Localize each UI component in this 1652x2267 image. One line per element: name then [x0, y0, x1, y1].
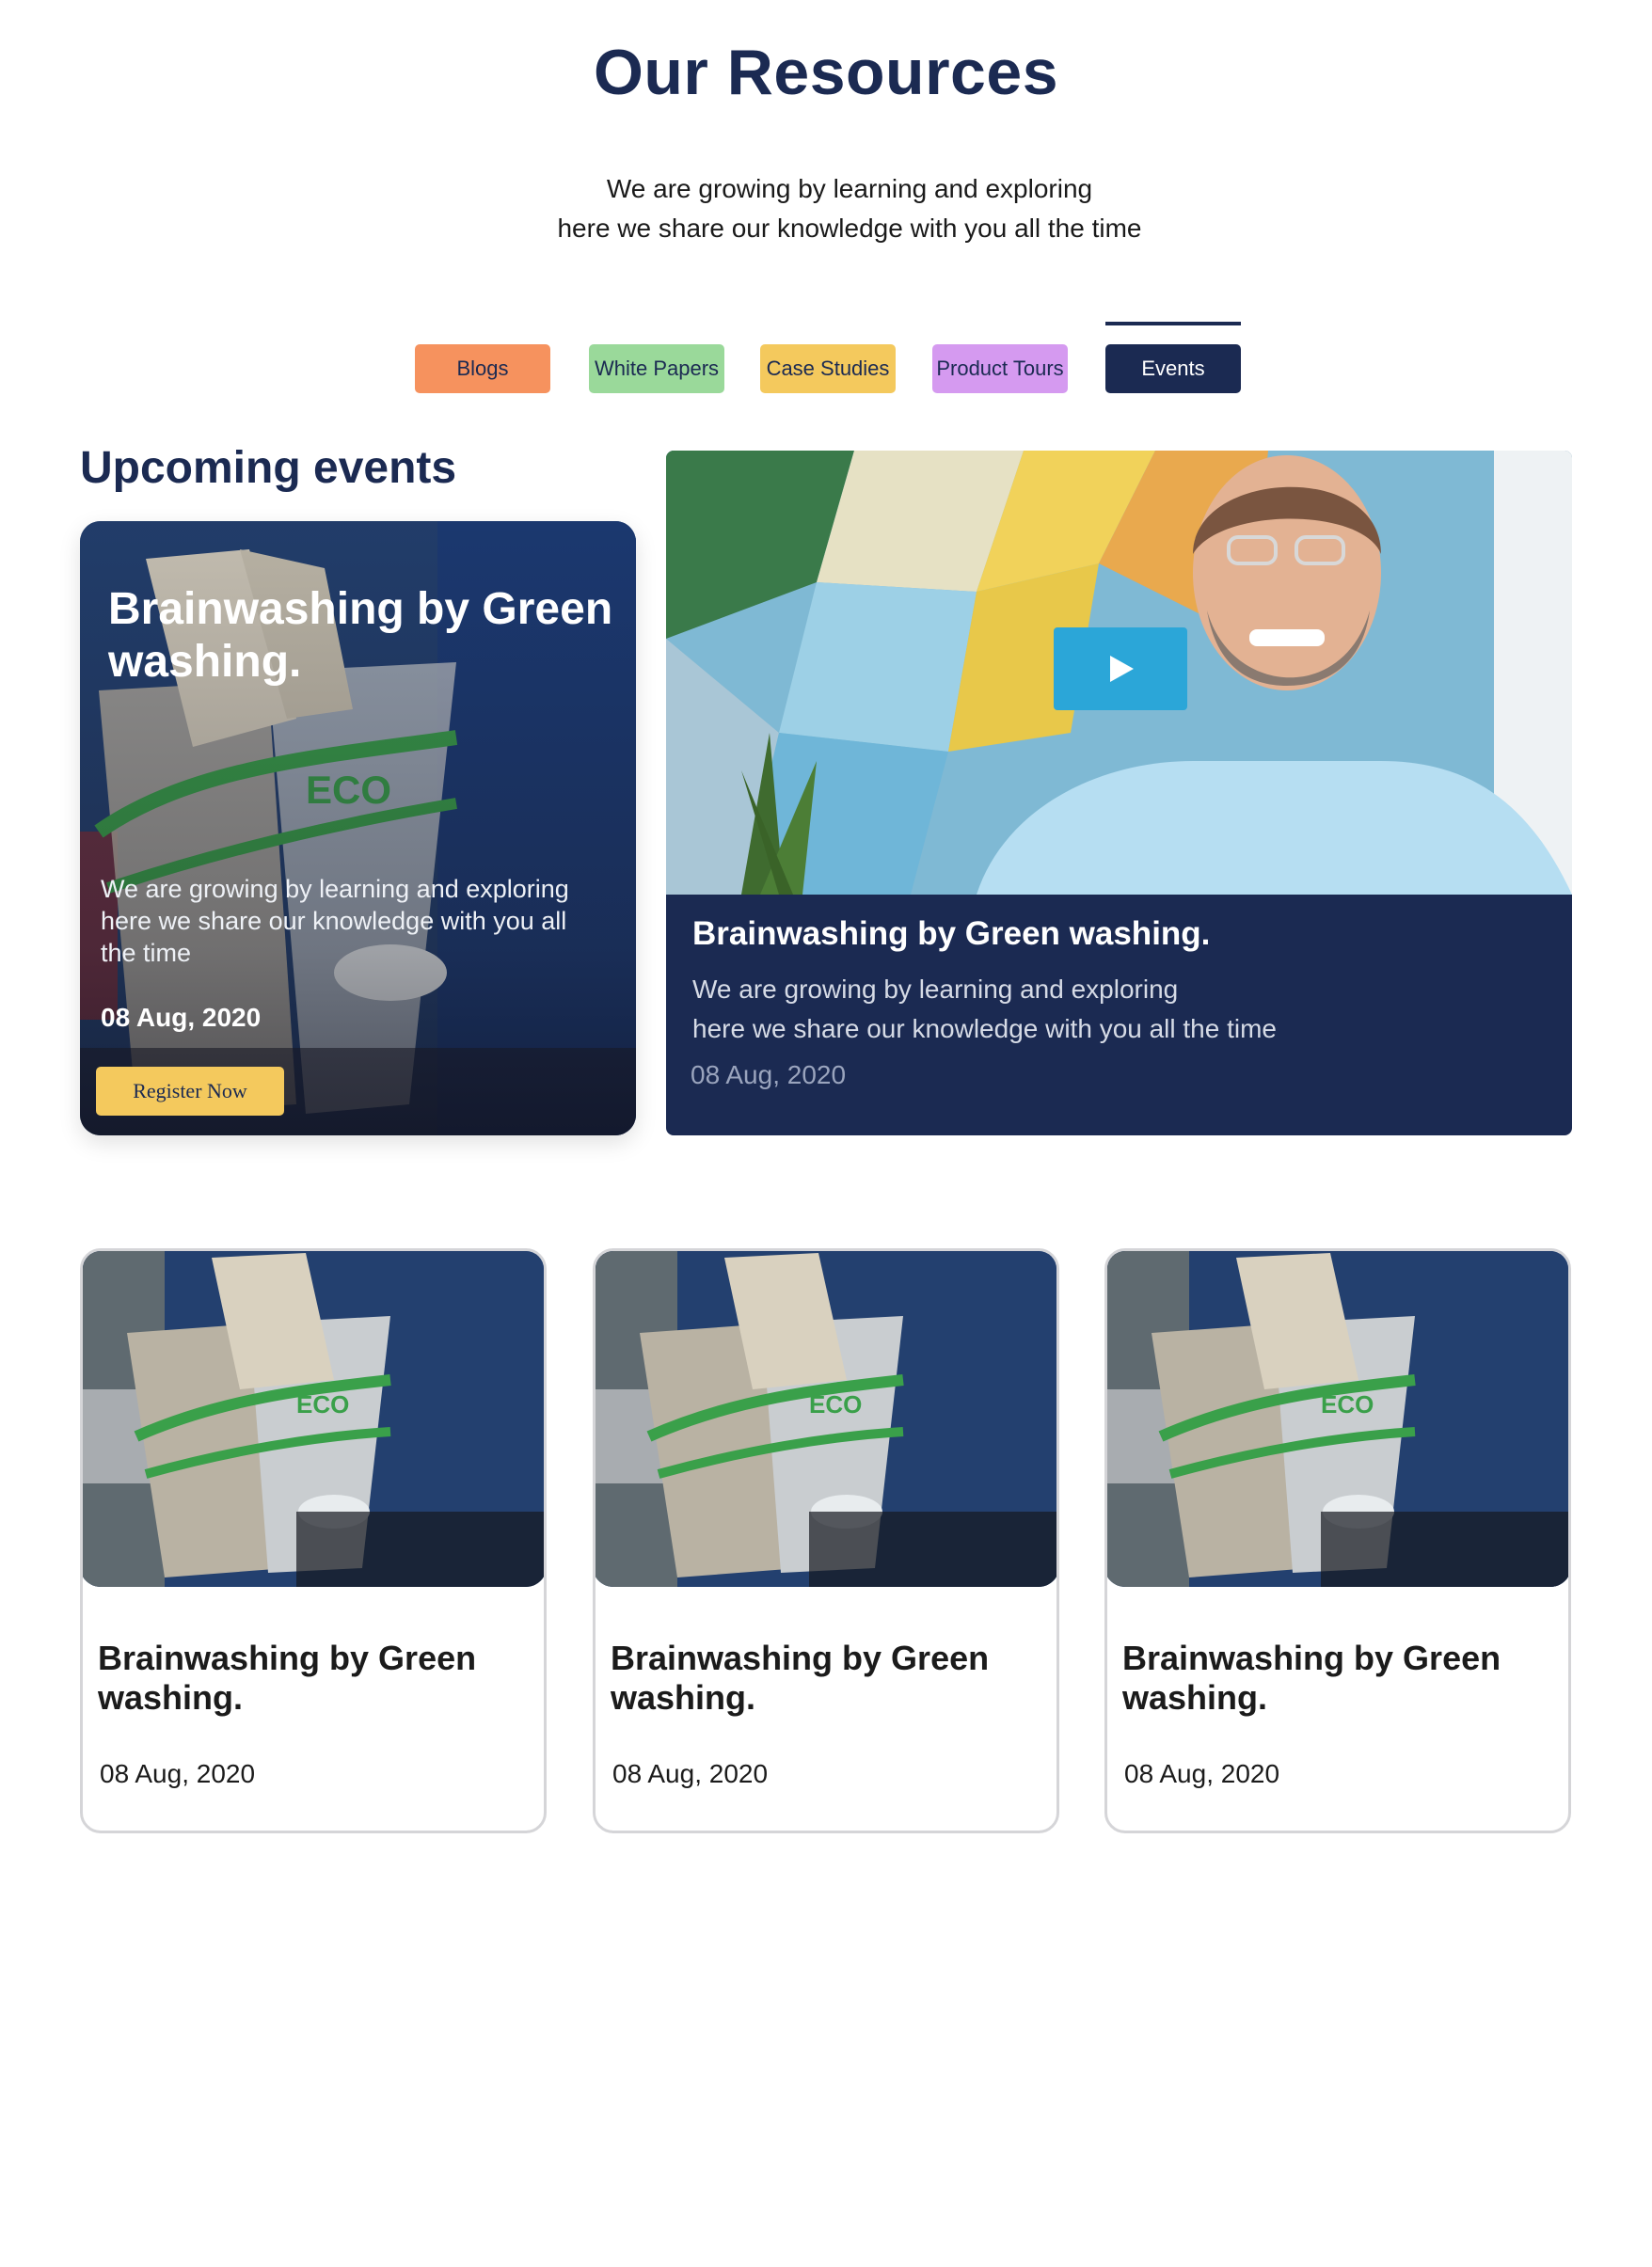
tab-events[interactable]: Events	[1105, 344, 1241, 393]
video-desc-line-1: We are growing by learning and exploring	[692, 975, 1179, 1004]
event-card-title: Brainwashing by Green washing.	[611, 1639, 990, 1717]
tab-case-studies[interactable]: Case Studies	[760, 344, 896, 393]
event-card-title: Brainwashing by Green washing.	[1122, 1639, 1501, 1717]
subtitle-line-1: We are growing by learning and exploring	[606, 174, 1093, 203]
featured-event-date: 08 Aug, 2020	[101, 1003, 262, 1032]
event-card-image: ECO	[596, 1251, 1056, 1587]
event-card[interactable]: ECO Brainwashing by Green washing. 08 Au…	[593, 1248, 1059, 1833]
event-card-date: 08 Aug, 2020	[100, 1759, 256, 1788]
event-card-date: 08 Aug, 2020	[1124, 1759, 1280, 1788]
tab-white-papers[interactable]: White Papers	[589, 344, 724, 393]
event-card-image: ECO	[83, 1251, 544, 1587]
event-card-title: Brainwashing by Green washing.	[98, 1639, 477, 1717]
featured-event-title: Brainwashing by Green washing.	[108, 584, 613, 687]
svg-text:ECO: ECO	[296, 1390, 349, 1419]
featured-event-description: We are growing by learning and exploring…	[101, 875, 569, 967]
svg-text:ECO: ECO	[1321, 1390, 1374, 1419]
video-play-button[interactable]	[1054, 627, 1187, 710]
subtitle-line-2: here we share our knowledge with you all…	[557, 214, 1142, 243]
tab-blogs[interactable]: Blogs	[415, 344, 550, 393]
event-card[interactable]: ECO Brainwashing by Green washing. 08 Au…	[80, 1248, 547, 1833]
event-card-date: 08 Aug, 2020	[612, 1759, 769, 1788]
page-title: Our Resources	[593, 37, 1059, 108]
video-event-title: Brainwashing by Green washing.	[692, 915, 1211, 952]
event-card[interactable]: ECO Brainwashing by Green washing. 08 Au…	[1104, 1248, 1571, 1833]
page-subtitle: We are growing by learning and exploring…	[0, 169, 1652, 248]
register-now-button[interactable]: Register Now	[96, 1067, 284, 1116]
featured-event-card[interactable]: ECO Brainwashing by Green washing. We ar…	[80, 521, 636, 1135]
video-event-date: 08 Aug, 2020	[691, 1060, 847, 1089]
video-desc-line-2: here we share our knowledge with you all…	[692, 1014, 1278, 1043]
active-tab-indicator	[1105, 322, 1241, 325]
tab-product-tours[interactable]: Product Tours	[932, 344, 1068, 393]
svg-text:ECO: ECO	[809, 1390, 862, 1419]
play-icon	[1110, 656, 1134, 682]
video-event-card[interactable]: Brainwashing by Green washing. We are gr…	[666, 451, 1572, 1135]
section-title: Upcoming events	[80, 443, 457, 493]
video-event-description: We are growing by learning and exploring…	[692, 970, 1520, 1049]
event-card-image: ECO	[1107, 1251, 1568, 1587]
